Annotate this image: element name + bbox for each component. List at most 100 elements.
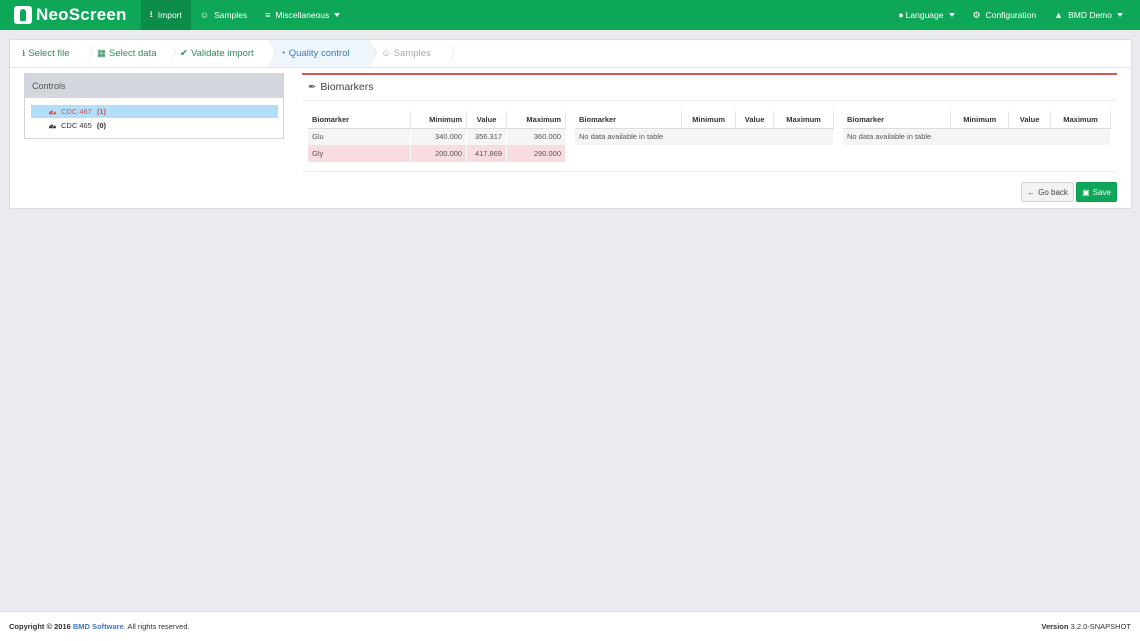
divider	[302, 171, 1117, 172]
version-label: Version	[1041, 622, 1069, 631]
column-header[interactable]: Maximum	[1050, 111, 1111, 129]
biomarkers-table-1: Biomarker Minimum Value Maximum Glu 340.…	[308, 111, 566, 162]
biomarkers-table-2: Biomarker Minimum Value Maximum No data …	[575, 111, 834, 145]
step-quality-control[interactable]: ◔ Quality control	[268, 40, 377, 67]
gears-icon: ⚙	[972, 9, 981, 20]
column-header[interactable]: Value	[735, 111, 775, 129]
step-label: Quality control	[288, 48, 350, 59]
nav-miscellaneous-label: Miscellaneous	[275, 10, 330, 20]
table-icon: ▦	[97, 48, 106, 59]
dashboard-icon: ◔	[280, 48, 286, 59]
caret-down-icon	[1117, 13, 1123, 17]
wizard-steps: ⭳ Select file ▦ Select data ✔ Validate i…	[10, 40, 1131, 68]
floppy-disk-icon: ▣	[1082, 187, 1090, 197]
top-navbar: NeoScreen ⭳ Import ☺ Samples ≡ Miscellan…	[0, 0, 1140, 30]
go-back-button[interactable]: ← Go back	[1021, 182, 1074, 202]
divider	[302, 100, 1117, 101]
biomarkers-title-text: Biomarkers	[320, 81, 374, 93]
users-icon: ☺	[199, 10, 210, 20]
save-button[interactable]: ▣ Save	[1076, 182, 1117, 202]
column-header[interactable]: Biomarker	[843, 111, 952, 129]
nav-import-label: Import	[157, 10, 182, 20]
control-name: CDC 465	[61, 121, 92, 130]
step-label: Samples	[393, 48, 431, 59]
control-count: (0)	[96, 121, 107, 130]
nav-configuration[interactable]: ⚙ Configuration	[964, 0, 1046, 30]
footer: Copyright © 2016 BMD Software. All right…	[0, 611, 1140, 641]
nav-import[interactable]: ⭳ Import	[140, 0, 191, 30]
column-header[interactable]: Maximum	[506, 111, 566, 129]
caret-down-icon	[334, 13, 341, 17]
eyedropper-icon: ✒	[308, 81, 317, 93]
nav-miscellaneous[interactable]: ≡ Miscellaneous	[256, 0, 349, 30]
step-label: Select file	[28, 48, 70, 59]
nav-samples-label: Samples	[214, 10, 248, 20]
minimum-cell: 200.000	[410, 145, 468, 162]
step-label: Select data	[108, 48, 157, 59]
save-label: Save	[1092, 187, 1111, 197]
controls-box: Controls CDC 467 (1) CDC 465 (0)	[24, 73, 284, 139]
dashboard-icon	[48, 110, 57, 115]
biomarker-cell: Glu	[308, 128, 412, 145]
go-back-label: Go back	[1038, 187, 1068, 197]
control-count: (1)	[96, 107, 107, 116]
company-link[interactable]: BMD Software	[73, 622, 124, 631]
column-header[interactable]: Minimum	[681, 111, 737, 129]
download-icon: ⭳	[22, 47, 26, 59]
control-item-cdc-465[interactable]: CDC 465 (0)	[31, 119, 278, 132]
column-header[interactable]: Minimum	[410, 111, 468, 129]
nav-user-label: BMD Demo	[1068, 10, 1112, 20]
value-cell: 417.869	[466, 145, 508, 162]
step-label: Validate import	[190, 48, 254, 59]
brand-name: NeoScreen	[36, 5, 127, 24]
dashboard-icon	[48, 124, 57, 129]
column-header[interactable]: Minimum	[950, 111, 1010, 129]
caret-down-icon	[948, 13, 955, 17]
user-icon: ▲	[1054, 10, 1064, 20]
table-row: No data available in table	[843, 128, 1111, 145]
empty-table-message: No data available in table	[575, 128, 834, 145]
column-header[interactable]: Biomarker	[308, 111, 412, 129]
minimum-cell: 340.000	[410, 128, 468, 145]
nav-configuration-label: Configuration	[985, 10, 1037, 20]
sliders-icon: ≡	[265, 10, 271, 20]
table-row: Gly 200.000 417.869 290.000	[308, 145, 566, 162]
control-item-cdc-467[interactable]: CDC 467 (1)	[31, 105, 278, 118]
neoscreen-logo-icon	[14, 6, 32, 24]
import-panel: ⭳ Select file ▦ Select data ✔ Validate i…	[9, 39, 1132, 209]
nav-user[interactable]: ▲ BMD Demo	[1045, 0, 1132, 30]
maximum-cell: 290.000	[506, 145, 566, 162]
nav-samples[interactable]: ☺ Samples	[191, 0, 256, 30]
nav-language[interactable]: ● Language	[889, 0, 963, 30]
biomarkers-title: ✒ Biomarkers	[308, 81, 374, 93]
version-info: Version 3.2.0-SNAPSHOT	[1041, 622, 1131, 631]
table-row: Glu 340.000 356.317 360.000	[308, 128, 566, 145]
download-icon: ⭳	[149, 9, 153, 19]
column-header[interactable]: Biomarker	[575, 111, 683, 129]
step-validate-import[interactable]: ✔ Validate import	[168, 40, 276, 67]
column-header[interactable]: Value	[466, 111, 508, 129]
step-samples: ☺ Samples	[369, 40, 455, 67]
biomarkers-box: ✒ Biomarkers Biomarker Minimum Value Max…	[302, 73, 1117, 172]
biomarker-cell: Gly	[308, 145, 412, 162]
check-circle-icon: ✔	[180, 48, 188, 59]
version-value: 3.2.0-SNAPSHOT	[1070, 622, 1131, 631]
nav-language-label: Language	[905, 10, 944, 20]
arrow-left-icon: ←	[1027, 187, 1036, 197]
column-header[interactable]: Value	[1008, 111, 1052, 129]
rights-text: . All rights reserved.	[123, 622, 190, 631]
value-cell: 356.317	[466, 128, 508, 145]
copyright: Copyright © 2016 BMD Software. All right…	[9, 622, 190, 631]
step-select-data[interactable]: ▦ Select data	[85, 40, 176, 67]
control-name: CDC 467	[61, 107, 92, 116]
column-header[interactable]: Maximum	[773, 111, 834, 129]
globe-icon: ●	[898, 10, 904, 20]
biomarkers-table-3: Biomarker Minimum Value Maximum No data …	[843, 111, 1111, 145]
controls-heading: Controls	[25, 74, 283, 98]
users-icon: ☺	[381, 48, 391, 59]
empty-table-message: No data available in table	[843, 128, 1111, 145]
table-row: No data available in table	[575, 128, 834, 145]
step-select-file[interactable]: ⭳ Select file	[10, 40, 93, 67]
copyright-prefix: Copyright © 2016	[9, 622, 71, 631]
brand[interactable]: NeoScreen	[14, 5, 127, 25]
